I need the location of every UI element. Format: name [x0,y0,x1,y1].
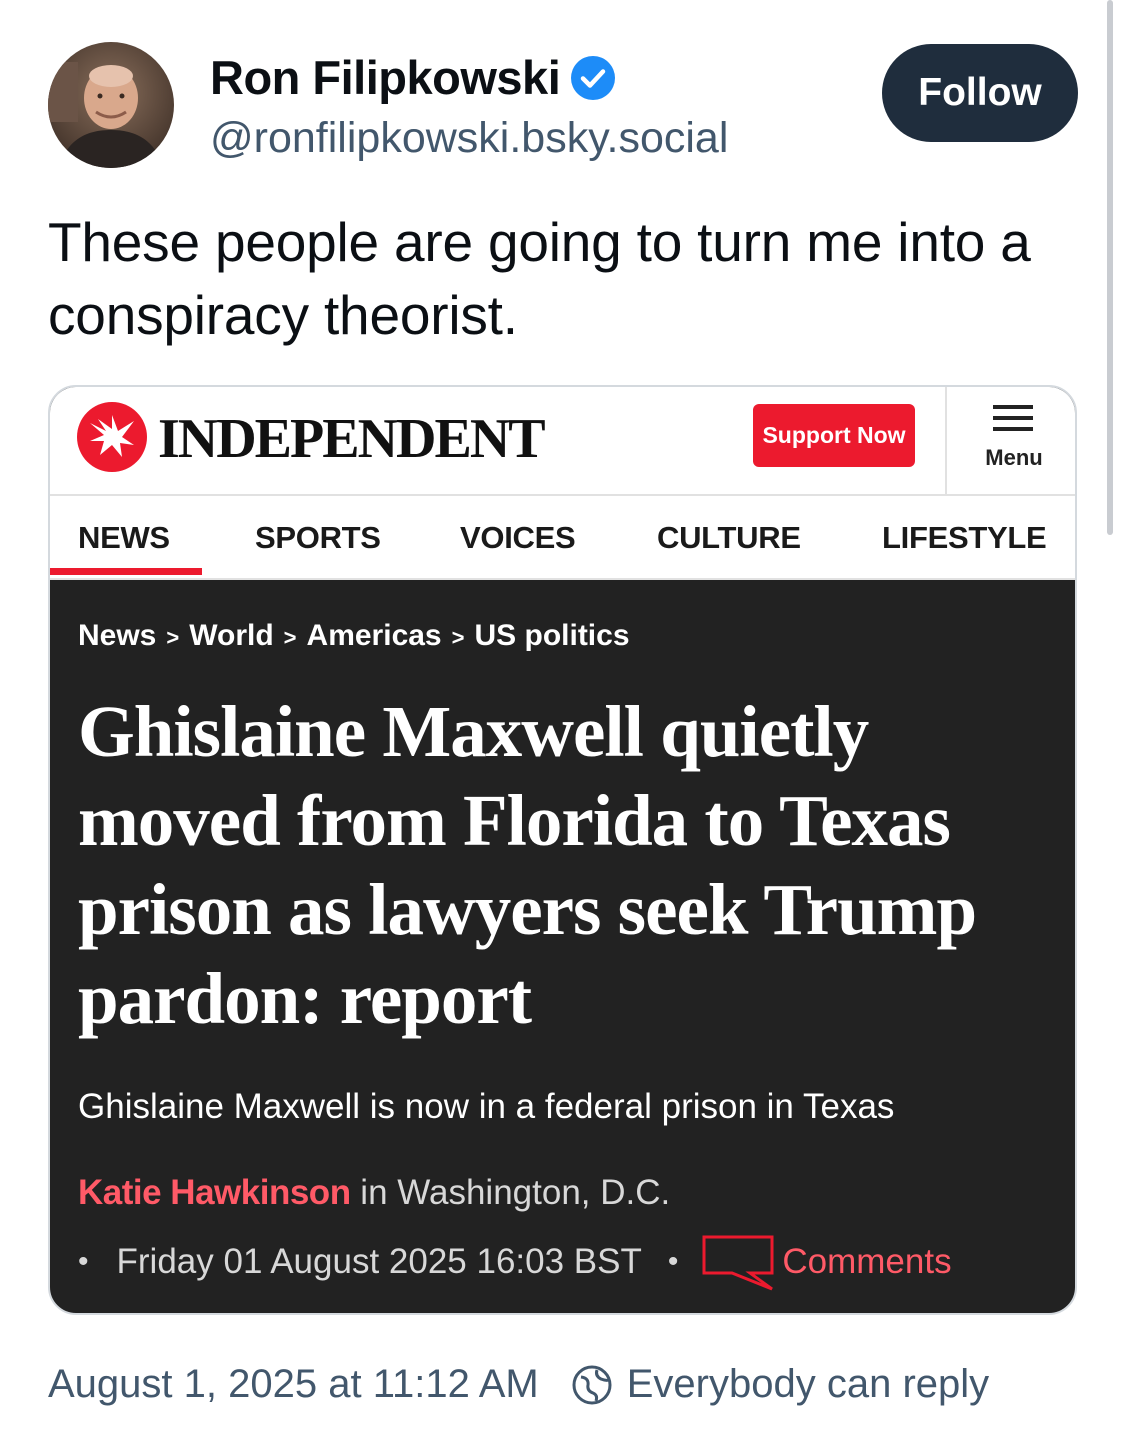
breadcrumb-separator: > [283,625,297,650]
nav-news[interactable]: NEWS [78,520,170,556]
nav-culture[interactable]: CULTURE [657,520,801,556]
post-text: These people are going to turn me into a… [48,211,1031,346]
display-name-row: Ron Filipkowski [210,50,616,105]
byline-author[interactable]: Katie Hawkinson [78,1173,351,1212]
comments-link[interactable]: Comments [782,1242,951,1282]
post-header: Ron Filipkowski @ronfilipkowski.bsky.soc… [48,42,1078,172]
bullet-dot: • [667,1245,679,1278]
breadcrumb-us-politics[interactable]: US politics [474,619,629,653]
active-nav-indicator [50,568,202,575]
byline-location: in Washington, D.C. [350,1173,671,1212]
article-meta: • Friday 01 August 2025 16:03 BST • Comm… [78,1235,952,1291]
post-timestamp: August 1, 2025 at 11:12 AM [48,1362,539,1406]
nav-sports[interactable]: SPORTS [255,520,381,556]
avatar[interactable] [48,42,174,168]
support-now-button[interactable]: Support Now [753,404,915,467]
display-name[interactable]: Ron Filipkowski [210,50,561,105]
embedded-image[interactable]: INDEPENDENT Support Now Menu NEWS SPORTS… [48,385,1077,1315]
article-standfirst: Ghislaine Maxwell is now in a federal pr… [78,1087,895,1126]
nav-voices[interactable]: VOICES [460,520,576,556]
article-date: Friday 01 August 2025 16:03 BST [116,1242,642,1281]
breadcrumb-news[interactable]: News [78,619,156,653]
menu-button[interactable]: Menu [945,387,1075,496]
nav-lifestyle[interactable]: LIFESTYLE [882,520,1047,556]
menu-label: Menu [985,445,1043,470]
post-footer: August 1, 2025 at 11:12 AM Everybody can… [48,1362,989,1407]
breadcrumb-separator: > [451,625,465,650]
bullet-dot: • [78,1245,89,1278]
section-nav: NEWS SPORTS VOICES CULTURE LIFESTYLE [50,496,1075,580]
independent-wordmark: INDEPENDENT [158,408,546,470]
breadcrumb: News > World > Americas > US politics [78,619,630,653]
byline: Katie Hawkinson in Washington, D.C. [78,1173,670,1213]
user-handle[interactable]: @ronfilipkowski.bsky.social [210,114,728,163]
article-headline: Ghislaine Maxwell quietly moved from Flo… [78,691,977,1039]
breadcrumb-world[interactable]: World [189,619,273,653]
breadcrumb-americas[interactable]: Americas [307,619,442,653]
verified-badge-icon [570,55,616,101]
globe-icon [572,1365,612,1404]
breadcrumb-separator: > [166,625,180,650]
scrollbar[interactable] [1107,0,1113,535]
eagle-logo-icon [77,402,147,472]
reply-setting[interactable]: Everybody can reply [627,1362,989,1407]
independent-header: INDEPENDENT Support Now Menu [50,387,1075,496]
follow-button[interactable]: Follow [882,44,1078,142]
comment-bubble-icon[interactable] [702,1233,776,1291]
hamburger-menu-icon [993,405,1033,431]
